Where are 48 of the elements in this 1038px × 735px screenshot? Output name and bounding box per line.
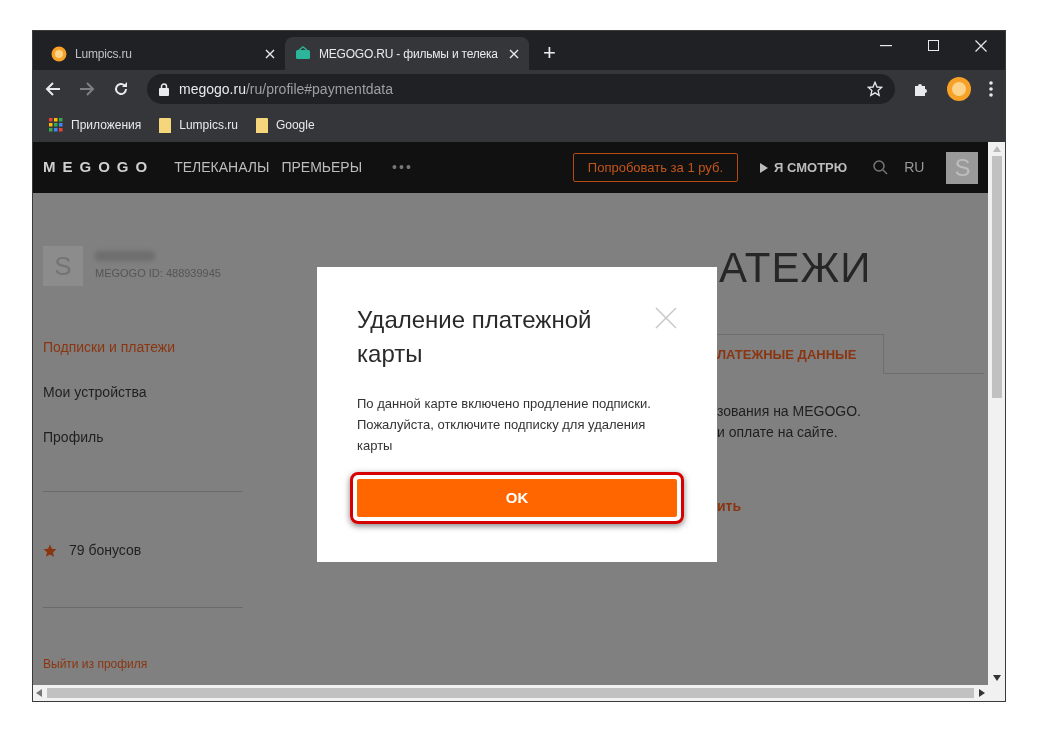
url-text: megogo.ru/ru/profile#paymentdata [179, 79, 395, 99]
minimize-icon[interactable] [880, 45, 892, 47]
horizontal-scrollbar[interactable] [33, 685, 988, 701]
folder-icon [159, 117, 172, 133]
language-link[interactable]: RU [904, 157, 925, 178]
menu-icon[interactable] [989, 81, 993, 97]
tab-title: MEGOGO.RU - фильмы и телека [319, 45, 499, 63]
try-button[interactable]: Попробовать за 1 руб. [572, 153, 739, 182]
tab-title: Lumpics.ru [75, 45, 133, 63]
puzzle-icon[interactable] [913, 81, 929, 97]
star-icon[interactable] [867, 81, 883, 97]
lock-icon [159, 82, 169, 96]
sidebar-item[interactable]: Профиль [43, 428, 243, 446]
profile-avatar-icon[interactable] [947, 77, 971, 101]
more-dots[interactable]: ••• [392, 157, 413, 178]
reload-icon[interactable] [113, 81, 129, 97]
logo[interactable]: MEGOGO [43, 156, 155, 179]
address-bar[interactable]: megogo.ru/ru/profile#paymentdata [147, 74, 895, 104]
bonuses-count: 79 бонусов [69, 541, 142, 560]
new-tab-button[interactable]: + [543, 42, 556, 64]
citrus-icon [51, 45, 67, 62]
maximize-icon[interactable] [928, 40, 939, 51]
page-heading: АТЕЖИ [719, 243, 873, 293]
nav-link[interactable]: ПРЕМЬЕРЫ [281, 157, 363, 178]
scroll-down-icon[interactable] [992, 675, 1001, 681]
search-icon[interactable] [873, 160, 889, 175]
scroll-left-icon[interactable] [36, 689, 42, 697]
sidebar-item[interactable]: Мои устройства [43, 383, 243, 401]
vertical-scrollbar[interactable] [988, 142, 1005, 701]
folder-icon [255, 117, 268, 133]
bookmark[interactable]: Google [255, 116, 315, 134]
apps-grid-icon [49, 118, 63, 132]
bookmark[interactable]: Lumpics.ru [159, 116, 238, 134]
tv-icon [295, 45, 311, 62]
watching-link[interactable]: Я СМОТРЮ [760, 157, 848, 178]
forward-arrow-icon[interactable] [79, 81, 95, 97]
nav-link[interactable]: ТЕЛЕКАНАЛЫ [174, 157, 270, 178]
star-icon [43, 543, 57, 558]
dialog-title: Удаление платежной карты [357, 305, 593, 369]
text-line: и оплате на сайте. [717, 423, 839, 442]
text-line: зования на MEGOGO. [717, 402, 862, 421]
dialog-message: По данной карте включено продление подписки. Пожалуйста, отключите подписку для удаления карты [357, 395, 652, 455]
bookmark[interactable]: Приложения [49, 116, 142, 134]
back-arrow-icon[interactable] [45, 81, 61, 97]
browser-tab[interactable]: MEGOGO.RU - фильмы и телека [285, 37, 529, 70]
scroll-right-icon[interactable] [979, 689, 985, 697]
play-icon [760, 162, 769, 173]
browser-tab[interactable]: Lumpics.ru [41, 37, 285, 70]
